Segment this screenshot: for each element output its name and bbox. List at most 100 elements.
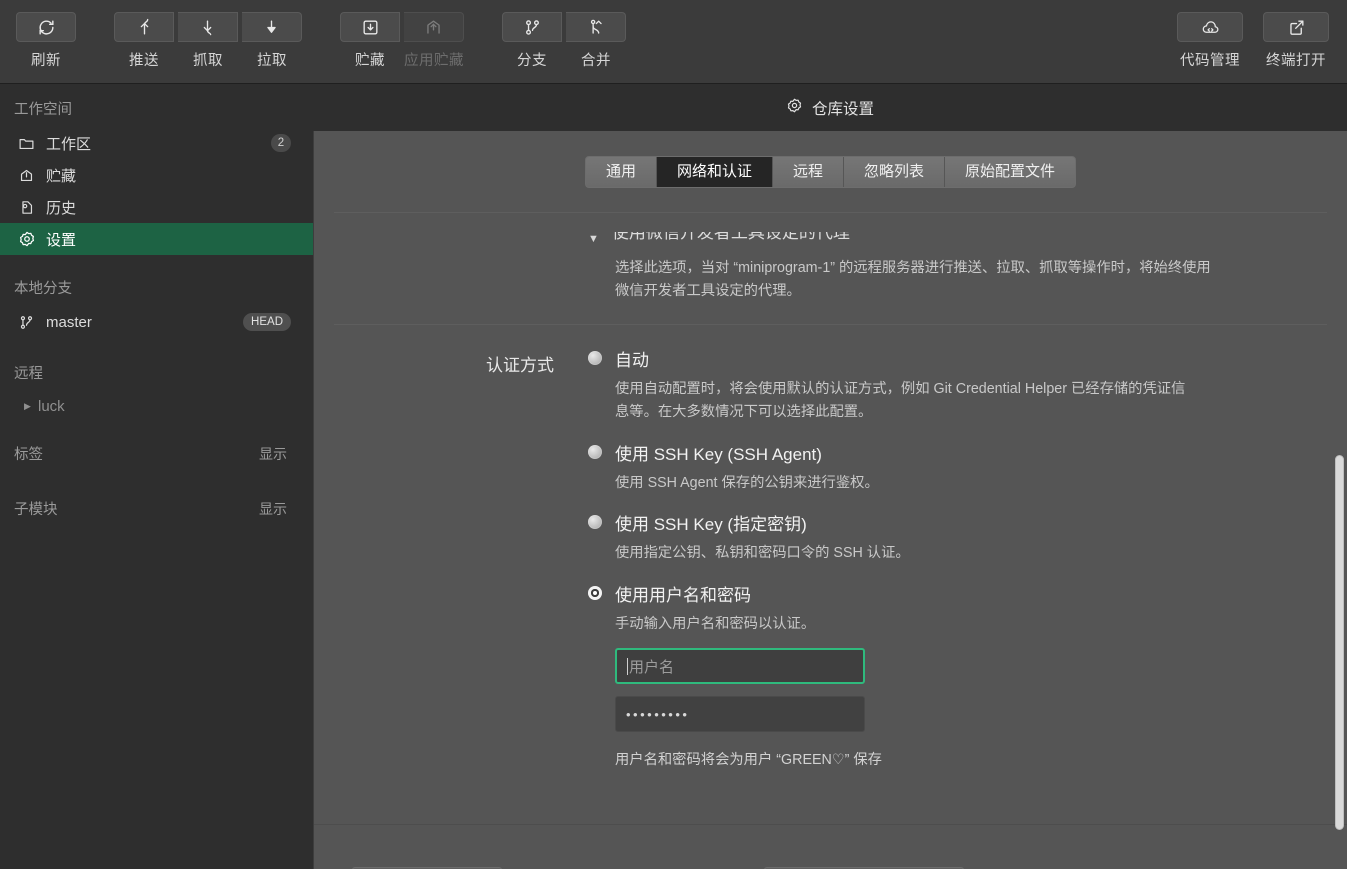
toolbar-label-code-manage: 代码管理 xyxy=(1180,49,1240,70)
sidebar-item-settings-label: 设置 xyxy=(46,229,76,250)
proxy-option-clipped[interactable]: ▼ 使用微信开发者工具设定的代理 xyxy=(588,232,1307,246)
radio-auth-userpass[interactable]: 使用用户名和密码 xyxy=(588,578,1307,608)
proxy-description: 选择此选项，当对 “miniprogram-1” 的远程服务器进行推送、拉取、抓… xyxy=(615,257,1215,303)
page-title-label: 仓库设置 xyxy=(812,97,874,119)
chevron-down-icon: ▼ xyxy=(588,233,599,245)
toolbar-button-push[interactable]: 推送 xyxy=(112,12,176,70)
toolbar-label-fetch: 抓取 xyxy=(193,49,223,70)
refresh-icon xyxy=(16,12,76,42)
toolbar-label-branch: 分支 xyxy=(517,49,547,70)
toolbar-label-stash: 贮藏 xyxy=(355,49,385,70)
sidebar-item-history[interactable]: 历史 xyxy=(0,191,313,223)
toolbar-button-fetch[interactable]: 抓取 xyxy=(176,12,240,70)
sidebar-heading-submodule: 子模块 显示 xyxy=(0,472,313,527)
sidebar-item-workspace[interactable]: 工作区 2 xyxy=(0,127,313,159)
proxy-section: ▼ 使用微信开发者工具设定的代理 选择此选项，当对 “miniprogram-1… xyxy=(314,213,1347,303)
status-badge-head: HEAD xyxy=(243,313,291,331)
radio-auth-auto[interactable]: 自动 xyxy=(588,343,1307,373)
sidebar-item-history-label: 历史 xyxy=(46,197,76,218)
radio-icon-userpass xyxy=(588,586,602,600)
sidebar-item-remote-luck[interactable]: ▶ luck xyxy=(0,391,313,421)
toolbar-button-branch[interactable]: 分支 xyxy=(500,12,564,70)
auth-method-label: 认证方式 xyxy=(314,343,588,769)
tab-raw-config[interactable]: 原始配置文件 xyxy=(945,157,1075,187)
sidebar-heading-submodule-label: 子模块 xyxy=(14,498,58,519)
auth-section: 认证方式 自动 使用自动配置时，将会使用默认的认证方式，例如 Git Crede… xyxy=(314,325,1347,769)
radio-auth-userpass-description: 手动输入用户名和密码以认证。 xyxy=(615,613,1195,636)
radio-icon-ssh-agent xyxy=(588,445,602,459)
sidebar-item-branch-master[interactable]: master HEAD xyxy=(0,306,313,338)
settings-content: 通用 网络和认证 远程 忽略列表 原始配置文件 ▼ 使用微信开发者工具设定的代理… xyxy=(313,131,1347,869)
branch-icon xyxy=(18,314,46,331)
toolbar-group-sync: 推送 抓取 拉取 xyxy=(112,12,304,70)
sidebar: 工作空间 工作区 2 贮藏 xyxy=(0,84,313,869)
toolbar-button-refresh[interactable]: 刷新 xyxy=(14,12,78,70)
toolbar-group-right: 代码管理 终端打开 xyxy=(1173,12,1333,70)
sidebar-item-settings[interactable]: 设置 xyxy=(0,223,313,255)
username-input[interactable]: 用户名 xyxy=(615,648,865,684)
gear-icon xyxy=(18,230,46,248)
username-placeholder: 用户名 xyxy=(629,656,674,677)
sidebar-item-workspace-label: 工作区 xyxy=(46,133,91,154)
radio-auth-ssh-agent[interactable]: 使用 SSH Key (SSH Agent) xyxy=(588,437,1307,467)
toolbar-group-branching: 分支 合并 xyxy=(500,12,628,70)
proxy-section-label xyxy=(314,232,588,303)
toolbar-button-stash[interactable]: 贮藏 xyxy=(338,12,402,70)
radio-auth-userpass-label: 使用用户名和密码 xyxy=(615,581,751,606)
radio-auth-auto-label: 自动 xyxy=(615,346,649,371)
history-icon xyxy=(18,199,46,216)
fetch-icon xyxy=(178,12,238,42)
sidebar-tags-show-link[interactable]: 显示 xyxy=(259,444,287,464)
settings-tabs: 通用 网络和认证 远程 忽略列表 原始配置文件 xyxy=(585,156,1076,188)
toolbar-group-refresh: 刷新 xyxy=(14,12,78,70)
toolbar-label-apply-stash: 应用贮藏 xyxy=(404,49,464,70)
push-icon xyxy=(114,12,174,42)
tab-network-auth[interactable]: 网络和认证 xyxy=(657,157,773,187)
tab-remote[interactable]: 远程 xyxy=(773,157,844,187)
sidebar-heading-tags: 标签 显示 xyxy=(0,421,313,472)
toolbar-button-code-manage[interactable]: 代码管理 xyxy=(1173,12,1247,70)
text-cursor xyxy=(627,658,628,675)
tab-ignore-list[interactable]: 忽略列表 xyxy=(844,157,945,187)
radio-auth-ssh-key-label: 使用 SSH Key (指定密钥) xyxy=(615,510,807,535)
sidebar-heading-workspace: 工作空间 xyxy=(0,84,313,127)
chevron-right-icon: ▶ xyxy=(24,401,38,412)
tab-general[interactable]: 通用 xyxy=(586,157,657,187)
password-input[interactable]: ••••••••• xyxy=(615,696,865,732)
branch-icon xyxy=(502,12,562,42)
vertical-scrollbar[interactable] xyxy=(1335,455,1344,830)
sidebar-submodule-show-link[interactable]: 显示 xyxy=(259,499,287,519)
radio-auth-ssh-key[interactable]: 使用 SSH Key (指定密钥) xyxy=(588,507,1307,537)
content-footer xyxy=(314,824,1347,869)
radio-auth-ssh-agent-description: 使用 SSH Agent 保存的公钥来进行鉴权。 xyxy=(615,472,1195,495)
toolbar-button-apply-stash[interactable]: 应用贮藏 xyxy=(402,12,466,70)
radio-icon-ssh-key xyxy=(588,515,602,529)
cloud-icon xyxy=(1177,12,1243,42)
gear-icon xyxy=(786,97,803,119)
sidebar-badge-workspace-count: 2 xyxy=(271,134,291,152)
toolbar-label-refresh: 刷新 xyxy=(31,49,61,70)
sidebar-heading-workspace-label: 工作空间 xyxy=(14,98,72,119)
toolbar-button-open-terminal[interactable]: 终端打开 xyxy=(1259,12,1333,70)
toolbar-group-stash: 贮藏 应用贮藏 xyxy=(338,12,466,70)
sidebar-item-stash-label: 贮藏 xyxy=(46,165,76,186)
sidebar-heading-remote: 远程 xyxy=(0,338,313,391)
toolbar-label-push: 推送 xyxy=(129,49,159,70)
settings-tabbar: 通用 网络和认证 远程 忽略列表 原始配置文件 xyxy=(314,131,1347,212)
sidebar-heading-tags-label: 标签 xyxy=(14,443,43,464)
pull-icon xyxy=(242,12,302,42)
external-link-icon xyxy=(1263,12,1329,42)
stash-apply-icon xyxy=(404,12,464,42)
merge-icon xyxy=(566,12,626,42)
radio-auth-ssh-agent-label: 使用 SSH Key (SSH Agent) xyxy=(615,440,822,465)
sidebar-remote-label: luck xyxy=(38,398,65,415)
sidebar-branch-name: master xyxy=(46,314,92,331)
toolbar-label-open-terminal: 终端打开 xyxy=(1266,49,1326,70)
sidebar-heading-local-branch: 本地分支 xyxy=(0,255,313,306)
stash-save-icon xyxy=(340,12,400,42)
toolbar-button-pull[interactable]: 拉取 xyxy=(240,12,304,70)
radio-icon-auto xyxy=(588,351,602,365)
toolbar-button-merge[interactable]: 合并 xyxy=(564,12,628,70)
page-title: 仓库设置 xyxy=(786,97,874,119)
sidebar-item-stash[interactable]: 贮藏 xyxy=(0,159,313,191)
